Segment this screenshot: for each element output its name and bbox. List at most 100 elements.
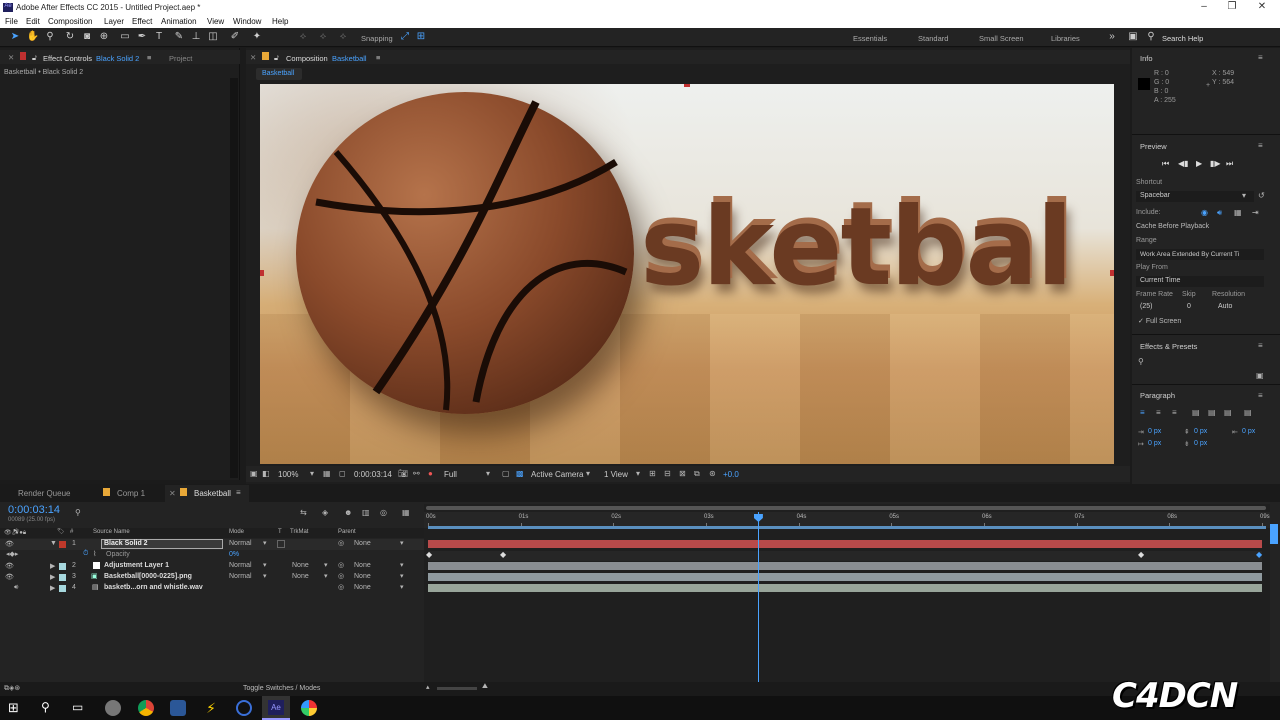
motion-blur-icon[interactable]: ◎: [380, 508, 387, 517]
include-overlays-icon[interactable]: ▦: [1234, 208, 1242, 217]
cache-before-playback[interactable]: Cache Before Playback: [1136, 223, 1209, 230]
preview-icon[interactable]: ◧: [262, 469, 270, 478]
justify-all-icon[interactable]: ▤: [1244, 408, 1252, 417]
camera-tool-icon[interactable]: ◙: [80, 30, 94, 44]
frame-rate-select[interactable]: (25): [1140, 303, 1152, 310]
layer-parent[interactable]: None: [354, 562, 371, 569]
shy-layers-icon[interactable]: ☻: [344, 508, 352, 517]
visibility-icon[interactable]: 👁︎: [5, 573, 14, 581]
layer-row[interactable]: 🔊︎ ▶ 4 ▤ basketb...orn and whistle.wav ◎…: [0, 583, 424, 594]
roto-brush-tool-icon[interactable]: ✐: [228, 30, 242, 44]
layer-trkmat[interactable]: None: [292, 562, 309, 569]
lock-icon[interactable]: 🔓︎: [274, 53, 279, 63]
pick-whip-icon[interactable]: ◎: [338, 539, 344, 547]
layer-label-color[interactable]: [59, 541, 66, 548]
timeline-timecode[interactable]: 0:00:03:14: [8, 504, 60, 516]
tab-render-queue[interactable]: Render Queue: [18, 489, 70, 498]
dropdown-icon[interactable]: ▾: [263, 539, 267, 547]
expand-icon[interactable]: ▼: [50, 540, 57, 547]
close-panel-icon[interactable]: ✕: [8, 53, 14, 62]
full-screen-checkbox[interactable]: ✓ Full Screen: [1138, 317, 1181, 325]
more-workspaces-icon[interactable]: »: [1105, 30, 1119, 44]
keyframe-icon[interactable]: ◆: [1256, 550, 1262, 559]
snapping-icon[interactable]: ⤢: [398, 30, 412, 44]
lightning-app-icon[interactable]: ⚡: [203, 700, 219, 716]
camera-dropdown-icon[interactable]: ▾: [586, 469, 590, 478]
menu-layer[interactable]: Layer: [104, 17, 124, 26]
dropdown-icon[interactable]: ▾: [263, 572, 267, 580]
layer-trkmat[interactable]: None: [292, 573, 309, 580]
align-left-icon[interactable]: ≡: [1140, 408, 1145, 417]
zoom-tool-icon[interactable]: ⚲: [43, 30, 57, 44]
workspace-libraries[interactable]: Libraries: [1051, 34, 1080, 43]
tab-comp-1[interactable]: Comp 1: [117, 489, 145, 498]
timeline-track-area[interactable]: 00s 01s 02s 03s 04s 05s 06s 07s 08s 09s ◆ ◆ ◆ ◆: [424, 504, 1270, 690]
chrome-icon[interactable]: [138, 700, 154, 716]
layer-parent[interactable]: None: [354, 540, 371, 547]
keyframe-icon[interactable]: ◆: [1138, 550, 1144, 559]
layer-name-field[interactable]: Black Solid 2: [101, 539, 223, 549]
pick-whip-icon[interactable]: ◎: [338, 583, 344, 591]
keyframe-icon[interactable]: ◆: [500, 550, 506, 559]
zoom-in-icon[interactable]: ⛰: [482, 683, 488, 691]
first-line-value[interactable]: 0 px: [1148, 440, 1161, 447]
snapping-label[interactable]: Snapping: [361, 34, 393, 43]
minimize-button[interactable]: –: [1192, 1, 1216, 14]
align-icon-3[interactable]: ⟡: [336, 30, 350, 44]
puppet-pin-tool-icon[interactable]: ✦: [250, 30, 264, 44]
eraser-tool-icon[interactable]: ◫: [206, 30, 220, 44]
close-button[interactable]: ✕: [1250, 1, 1274, 14]
indent-left-value[interactable]: 0 px: [1148, 428, 1161, 435]
prev-frame-icon[interactable]: ◀▮: [1178, 159, 1189, 168]
play-from-select[interactable]: Current Time: [1136, 276, 1264, 287]
workspace-standard[interactable]: Standard: [918, 34, 948, 43]
rectangle-tool-icon[interactable]: ▭: [118, 30, 132, 44]
toggle-pixel-icon[interactable]: ⊞: [649, 469, 656, 478]
draft-3d-icon[interactable]: ◈: [322, 508, 328, 517]
opacity-value[interactable]: 0%: [229, 551, 239, 558]
app-icon[interactable]: [105, 700, 121, 716]
justify-center-icon[interactable]: ▤: [1208, 408, 1216, 417]
snap-grid-icon[interactable]: ⊞: [414, 30, 428, 44]
effects-search-icon[interactable]: ⚲: [1138, 357, 1144, 366]
layer-bar-audio[interactable]: [428, 584, 1262, 592]
lock-icon[interactable]: 🔓︎: [32, 53, 37, 63]
workspace-essentials[interactable]: Essentials: [853, 34, 887, 43]
justify-right-icon[interactable]: ▤: [1224, 408, 1232, 417]
include-audio-icon[interactable]: 🔊︎: [1217, 208, 1222, 218]
source-name-header[interactable]: Source Name: [93, 529, 130, 535]
graph-icon[interactable]: ⌇: [93, 550, 96, 558]
first-frame-icon[interactable]: ⏮: [1162, 159, 1169, 169]
toggle-switches-modes[interactable]: Toggle Switches / Modes: [243, 685, 320, 692]
last-frame-icon[interactable]: ⏭: [1226, 159, 1233, 169]
include-video-icon[interactable]: ◉: [1201, 208, 1208, 217]
info-menu-icon[interactable]: ≡: [1258, 53, 1263, 62]
close-panel-icon[interactable]: ✕: [250, 53, 256, 62]
safe-zones-icon[interactable]: ▦: [323, 469, 331, 478]
windows-start-icon[interactable]: ⊞: [8, 700, 19, 716]
keyframe-nav-icon[interactable]: ◂◆▸: [6, 550, 18, 558]
visibility-icon[interactable]: 👁︎: [5, 562, 14, 570]
tab-effect-controls[interactable]: Effect Controls: [43, 54, 92, 63]
scrollbar[interactable]: [230, 78, 238, 478]
zoom-select[interactable]: 100%: [278, 470, 298, 479]
comp-mini-flowchart-icon[interactable]: ⇆: [300, 508, 307, 517]
layer-mode[interactable]: Normal: [229, 540, 252, 547]
current-time-indicator[interactable]: [753, 512, 763, 690]
viewer-timecode[interactable]: 0:00:03:14: [354, 470, 392, 479]
stopwatch-icon[interactable]: ⏱: [83, 550, 88, 558]
dropdown-icon[interactable]: ▾: [263, 561, 267, 569]
search-help-input[interactable]: Search Help: [1162, 34, 1203, 43]
app-icon[interactable]: [236, 700, 252, 716]
layer-bar-image-sequence[interactable]: [428, 573, 1262, 581]
skip-select[interactable]: 0: [1187, 303, 1191, 310]
layer-label-color[interactable]: [59, 563, 66, 570]
panel-menu-icon[interactable]: ≡: [147, 53, 151, 62]
composition-viewer[interactable]: sketbal: [260, 84, 1114, 464]
pan-behind-tool-icon[interactable]: ⊕: [97, 30, 111, 44]
zoom-dropdown-icon[interactable]: ▾: [310, 469, 314, 478]
panel-menu-icon[interactable]: ≡: [376, 53, 380, 62]
zoom-slider[interactable]: [437, 687, 477, 690]
layer-mode[interactable]: Normal: [229, 573, 252, 580]
tab-basketball[interactable]: ✕ Basketball ≡: [165, 485, 249, 502]
